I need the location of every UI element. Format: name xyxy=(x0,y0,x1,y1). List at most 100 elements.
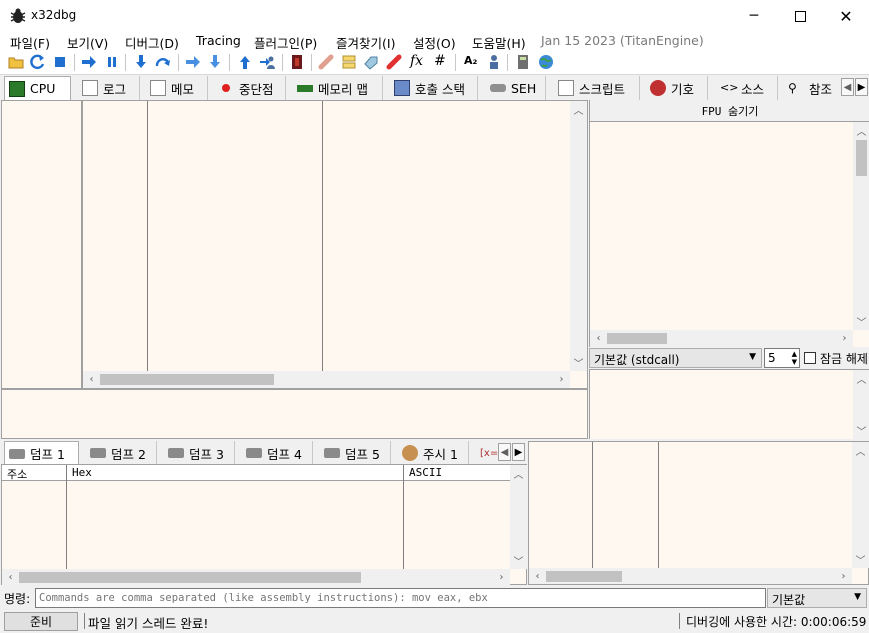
chevron-left-icon[interactable]: ‹ xyxy=(529,568,546,584)
stack-vscrollbar[interactable]: ︿ ﹀ xyxy=(852,442,869,568)
globe-icon[interactable] xyxy=(538,54,554,70)
maximize-button[interactable] xyxy=(777,0,823,32)
tab-watch1[interactable]: 주시 1 xyxy=(398,441,469,465)
arguments-vscrollbar[interactable]: ︿ ﹀ xyxy=(853,370,869,439)
chevron-right-icon: ▶ xyxy=(514,446,523,458)
labels-icon[interactable] xyxy=(363,54,379,70)
dump-vscrollbar[interactable]: ︿ ﹀ xyxy=(510,465,527,569)
chevron-up-icon[interactable]: ︿ xyxy=(510,465,527,482)
tab-breakpoints[interactable]: 중단점 xyxy=(214,76,286,100)
person-icon[interactable] xyxy=(486,54,502,70)
open-folder-icon[interactable] xyxy=(8,54,24,70)
dump-header-hex[interactable]: Hex xyxy=(72,466,92,479)
calculator-icon[interactable] xyxy=(515,54,531,70)
tab-dump3[interactable]: 덤프 3 xyxy=(164,441,235,465)
chevron-right-icon[interactable]: › xyxy=(835,568,852,584)
pause-icon[interactable] xyxy=(104,54,120,70)
trace-over-icon[interactable] xyxy=(207,54,223,70)
close-icon: ✕ xyxy=(839,6,853,26)
tab-call-stack[interactable]: 호출 스택 xyxy=(390,76,478,100)
scroll-thumb[interactable] xyxy=(856,140,867,176)
chevron-left-icon[interactable]: ‹ xyxy=(590,330,607,347)
hash-icon[interactable]: # xyxy=(434,53,446,69)
stop-icon[interactable] xyxy=(52,54,68,70)
dump-tab-scroll-right-button[interactable]: ▶ xyxy=(512,443,525,461)
chevron-right-icon[interactable]: › xyxy=(493,569,510,585)
tab-memory-map[interactable]: 메모리 맵 xyxy=(293,76,383,100)
tab-scroll-right-button[interactable]: ▶ xyxy=(855,78,868,96)
chevron-up-icon[interactable]: ︿ xyxy=(852,442,869,459)
menu-tracing[interactable]: Tracing xyxy=(196,33,241,48)
tab-references[interactable]: ⚲ 참조 xyxy=(784,76,840,100)
chevron-right-icon[interactable]: › xyxy=(553,371,570,388)
tab-log[interactable]: 로그 xyxy=(78,76,140,100)
dump-pane[interactable]: 주소 Hex ASCII ︿ ﹀ ‹ › xyxy=(1,464,527,585)
arg-count-stepper[interactable]: 5 ▲ ▼ xyxy=(764,348,800,368)
tab-locals[interactable]: [x= xyxy=(476,441,498,465)
chevron-up-icon[interactable]: ︿ xyxy=(853,122,869,139)
tab-cpu[interactable]: CPU xyxy=(4,76,71,100)
tab-scroll-left-button[interactable]: ◀ xyxy=(841,78,854,96)
run-to-user-code-icon[interactable] xyxy=(259,54,275,70)
bookmarks-icon[interactable] xyxy=(386,54,402,70)
info-pane xyxy=(1,389,588,439)
execute-till-return-icon[interactable] xyxy=(237,54,253,70)
sidebar-pane[interactable] xyxy=(1,100,82,389)
chevron-down-icon[interactable]: ﹀ xyxy=(852,551,869,568)
scroll-thumb[interactable] xyxy=(19,572,361,583)
chevron-right-icon[interactable]: › xyxy=(836,330,853,347)
scylla-icon[interactable] xyxy=(289,54,305,70)
registers-pane[interactable]: FPU 숨기기 ︿ ﹀ ‹ › xyxy=(589,100,869,347)
chevron-left-icon[interactable]: ‹ xyxy=(83,371,100,388)
dump-header-address[interactable]: 주소 xyxy=(7,466,27,482)
font-icon[interactable]: A₂ xyxy=(464,54,477,67)
tab-script[interactable]: 스크립트 xyxy=(554,76,640,100)
command-input[interactable] xyxy=(35,588,766,608)
registers-hscrollbar[interactable]: ‹ › xyxy=(590,330,853,347)
tab-dump5[interactable]: 덤프 5 xyxy=(320,441,391,465)
scroll-thumb[interactable] xyxy=(546,571,622,582)
tab-dump1[interactable]: 덤프 1 xyxy=(4,441,79,465)
chevron-down-icon[interactable]: ﹀ xyxy=(510,552,527,569)
chevron-left-icon[interactable]: ‹ xyxy=(2,569,19,585)
stack-hscrollbar[interactable]: ‹ › xyxy=(529,568,852,584)
chevron-up-icon[interactable]: ︿ xyxy=(853,370,869,387)
stack-pane[interactable]: ︿ ﹀ ‹ › xyxy=(528,441,869,585)
unlock-checkbox[interactable] xyxy=(804,352,816,364)
close-button[interactable]: ✕ xyxy=(823,0,869,32)
functions-icon[interactable]: fx xyxy=(410,53,423,69)
scroll-thumb[interactable] xyxy=(100,374,274,385)
calling-convention-select[interactable]: 기본값 (stdcall) ▼ xyxy=(589,348,762,368)
step-over-icon[interactable] xyxy=(155,54,171,70)
tab-source[interactable]: <> 소스 xyxy=(716,76,778,100)
arguments-pane[interactable]: ︿ ﹀ xyxy=(589,369,869,439)
disassembly-vscrollbar[interactable]: ︿ ﹀ xyxy=(570,101,587,371)
dump-hscrollbar[interactable]: ‹ › xyxy=(2,569,510,585)
command-mode-select[interactable]: 기본값 ▼ xyxy=(767,588,867,608)
tab-dump4[interactable]: 덤프 4 xyxy=(242,441,313,465)
fpu-toggle-button[interactable]: FPU 숨기기 xyxy=(590,100,869,122)
minimize-button[interactable]: ─ xyxy=(731,0,777,32)
chevron-down-icon[interactable]: ﹀ xyxy=(853,313,869,330)
tab-notes[interactable]: 메모 xyxy=(146,76,208,100)
dump-header-ascii[interactable]: ASCII xyxy=(409,466,442,479)
dump-tab-scroll-left-button[interactable]: ◀ xyxy=(498,443,511,461)
stepper-arrows-icon[interactable]: ▲ ▼ xyxy=(792,350,797,366)
trace-into-icon[interactable] xyxy=(185,54,201,70)
tab-seh[interactable]: SEH xyxy=(486,76,546,100)
chevron-down-icon[interactable]: ﹀ xyxy=(853,422,869,439)
run-icon[interactable] xyxy=(81,54,97,70)
chevron-down-icon[interactable]: ﹀ xyxy=(570,354,587,371)
restart-icon[interactable] xyxy=(30,54,46,70)
step-into-icon[interactable] xyxy=(133,54,149,70)
disassembly-hscrollbar[interactable]: ‹ › xyxy=(83,371,570,388)
chevron-up-icon[interactable]: ︿ xyxy=(570,101,587,118)
tab-symbols[interactable]: 기호 xyxy=(646,76,708,100)
tab-dump2[interactable]: 덤프 2 xyxy=(86,441,157,465)
disassembly-pane[interactable]: ︿ ﹀ ‹ › xyxy=(82,100,588,389)
registers-vscrollbar[interactable]: ︿ ﹀ xyxy=(853,122,869,330)
comments-icon[interactable] xyxy=(341,54,357,70)
toolbar: fx # A₂ xyxy=(0,50,869,75)
patch-icon[interactable] xyxy=(318,54,334,70)
scroll-thumb[interactable] xyxy=(607,333,667,344)
